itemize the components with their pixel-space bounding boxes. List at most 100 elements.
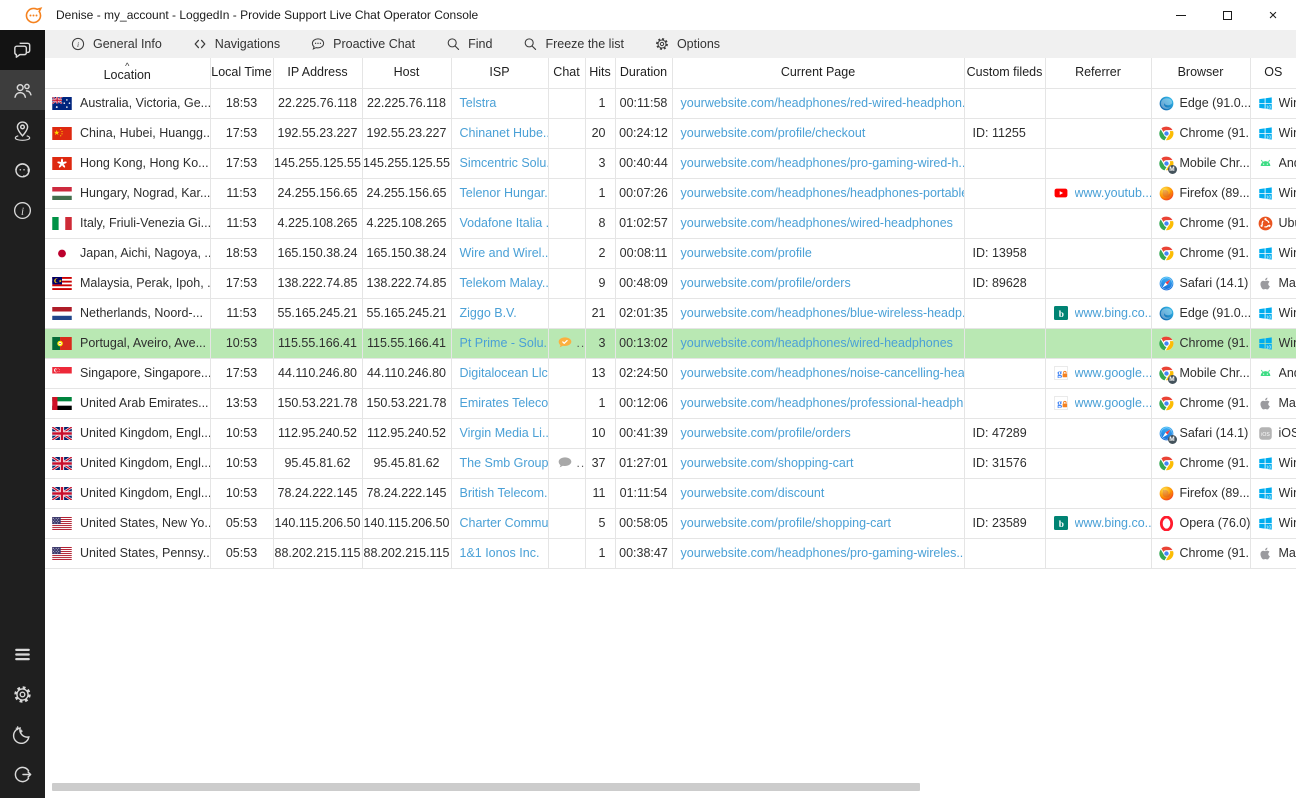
visitor-row[interactable]: Hungary, Nograd, Kar...11:5324.255.156.6… xyxy=(45,178,1296,208)
cell-os: Ubu xyxy=(1250,208,1296,238)
cell-current-page-link[interactable]: yourwebsite.com/profile xyxy=(672,238,964,268)
sidebar-item-logout[interactable] xyxy=(0,754,45,794)
sidebar-bottom-group xyxy=(0,634,45,798)
cell-hits: 5 xyxy=(585,508,615,538)
chat-active-icon xyxy=(557,335,573,351)
cell-isp-link[interactable]: Telekom Malay... xyxy=(451,268,548,298)
cell-isp-link[interactable]: Charter Commu... xyxy=(451,508,548,538)
cell-current-page-link[interactable]: yourwebsite.com/profile/orders xyxy=(672,268,964,298)
cell-isp-link[interactable]: Telenor Hungar... xyxy=(451,178,548,208)
column-header-local_time[interactable]: Local Time xyxy=(210,58,273,88)
column-header-hits[interactable]: Hits xyxy=(585,58,615,88)
cell-current-page-link[interactable]: yourwebsite.com/headphones/headphones-po… xyxy=(672,178,964,208)
cell-isp-link[interactable]: Emirates Teleco... xyxy=(451,388,548,418)
sidebar-item-geo-location[interactable] xyxy=(0,110,45,150)
cell-custom-field xyxy=(964,388,1045,418)
visitor-row[interactable]: United Arab Emirates...13:53150.53.221.7… xyxy=(45,388,1296,418)
cell-current-page-link[interactable]: yourwebsite.com/profile/shopping-cart xyxy=(672,508,964,538)
browser-label: Chrome (91... xyxy=(1180,246,1250,260)
cell-isp-link[interactable]: Chinanet Hube... xyxy=(451,118,548,148)
sidebar-item-chats[interactable] xyxy=(0,30,45,70)
visitor-row[interactable]: Hong Kong, Hong Ko...17:53145.255.125.55… xyxy=(45,148,1296,178)
column-header-duration[interactable]: Duration xyxy=(615,58,672,88)
cell-current-page-link[interactable]: yourwebsite.com/headphones/noise-cancell… xyxy=(672,358,964,388)
column-header-isp[interactable]: ISP xyxy=(451,58,548,88)
visitor-row[interactable]: Singapore, Singapore...17:5344.110.246.8… xyxy=(45,358,1296,388)
toolbar-button-freeze-the-list[interactable]: Freeze the list xyxy=(507,30,639,58)
column-header-ip[interactable]: IP Address xyxy=(273,58,362,88)
cell-os: Mac xyxy=(1250,268,1296,298)
visitor-row[interactable]: Italy, Friuli-Venezia Gi...11:534.225.10… xyxy=(45,208,1296,238)
sidebar-item-operators[interactable] xyxy=(0,150,45,190)
referrer-link[interactable]: www.google... xyxy=(1075,396,1151,410)
cell-isp-link[interactable]: Simcentric Solu... xyxy=(451,148,548,178)
visitor-row[interactable]: United States, Pennsy...05:5388.202.215.… xyxy=(45,538,1296,568)
visitor-row[interactable]: United States, New Yo...05:53140.115.206… xyxy=(45,508,1296,538)
cell-chat-status[interactable]: ... xyxy=(548,448,585,478)
cell-isp-link[interactable]: The Smb Group xyxy=(451,448,548,478)
referrer-link[interactable]: www.bing.co... xyxy=(1075,516,1151,530)
visitor-row[interactable]: United Kingdom, Engl...10:5395.45.81.629… xyxy=(45,448,1296,478)
cell-isp-link[interactable]: 1&1 Ionos Inc. xyxy=(451,538,548,568)
visitor-row[interactable]: Australia, Victoria, Ge...18:5322.225.76… xyxy=(45,88,1296,118)
visitor-row[interactable]: ★Malaysia, Perak, Ipoh, ...17:53138.222.… xyxy=(45,268,1296,298)
cell-current-page-link[interactable]: yourwebsite.com/headphones/wired-headpho… xyxy=(672,328,964,358)
cell-current-page-link[interactable]: yourwebsite.com/profile/checkout xyxy=(672,118,964,148)
sidebar-item-settings[interactable] xyxy=(0,674,45,714)
cell-current-page-link[interactable]: yourwebsite.com/profile/orders xyxy=(672,418,964,448)
minimize-button[interactable] xyxy=(1158,0,1204,30)
browser-label: Chrome (91... xyxy=(1180,456,1250,470)
referrer-link[interactable]: www.youtub... xyxy=(1075,186,1151,200)
cell-isp-link[interactable]: Telstra xyxy=(451,88,548,118)
cell-current-page-link[interactable]: yourwebsite.com/headphones/wired-headpho… xyxy=(672,208,964,238)
cell-current-page-link[interactable]: yourwebsite.com/discount xyxy=(672,478,964,508)
cell-isp-link[interactable]: British Telecom... xyxy=(451,478,548,508)
column-header-current_page[interactable]: Current Page xyxy=(672,58,964,88)
toolbar-button-options[interactable]: Options xyxy=(639,30,735,58)
column-header-host[interactable]: Host xyxy=(362,58,451,88)
sidebar-item-visitors[interactable] xyxy=(0,70,45,110)
column-header-chat[interactable]: Chat xyxy=(548,58,585,88)
cell-current-page-link[interactable]: yourwebsite.com/headphones/professional-… xyxy=(672,388,964,418)
cell-isp-link[interactable]: Wire and Wirel... xyxy=(451,238,548,268)
column-header-os[interactable]: OS xyxy=(1250,58,1296,88)
cell-os: iOSiOS xyxy=(1250,418,1296,448)
column-header-referrer[interactable]: Referrer xyxy=(1045,58,1151,88)
referrer-link[interactable]: www.bing.co... xyxy=(1075,306,1151,320)
cell-chat-status[interactable]: ... xyxy=(548,328,585,358)
column-header-location[interactable]: ^Location xyxy=(45,58,210,88)
sidebar-item-dark-mode[interactable] xyxy=(0,714,45,754)
visitor-row[interactable]: United Kingdom, Engl...10:5378.24.222.14… xyxy=(45,478,1296,508)
cell-current-page-link[interactable]: yourwebsite.com/shopping-cart xyxy=(672,448,964,478)
sidebar-item-info[interactable]: i xyxy=(0,190,45,230)
cell-custom-field: ID: 11255 xyxy=(964,118,1045,148)
cell-isp-link[interactable]: Virgin Media Li... xyxy=(451,418,548,448)
column-header-browser[interactable]: Browser xyxy=(1151,58,1250,88)
toolbar-button-find[interactable]: Find xyxy=(430,30,507,58)
visitor-row[interactable]: United Kingdom, Engl...10:53112.95.240.5… xyxy=(45,418,1296,448)
referrer-link[interactable]: www.google... xyxy=(1075,366,1151,380)
cell-ip-address: 4.225.108.265 xyxy=(273,208,362,238)
sidebar-item-menu[interactable] xyxy=(0,634,45,674)
toolbar-button-proactive-chat[interactable]: Proactive Chat xyxy=(295,30,430,58)
cell-current-page-link[interactable]: yourwebsite.com/headphones/pro-gaming-wi… xyxy=(672,538,964,568)
close-button[interactable]: × xyxy=(1250,0,1296,30)
cell-isp-link[interactable]: Digitalocean Llc xyxy=(451,358,548,388)
toolbar-button-navigations[interactable]: Navigations xyxy=(177,30,295,58)
cell-hits: 3 xyxy=(585,328,615,358)
cell-isp-link[interactable]: Vodafone Italia ... xyxy=(451,208,548,238)
column-header-custom_field[interactable]: Custom fileds xyxy=(964,58,1045,88)
cell-isp-link[interactable]: Ziggo B.V. xyxy=(451,298,548,328)
visitor-row[interactable]: Portugal, Aveiro, Ave...10:53115.55.166.… xyxy=(45,328,1296,358)
cell-referrer: bwww.bing.co... xyxy=(1045,298,1151,328)
visitor-row[interactable]: Japan, Aichi, Nagoya, ...18:53165.150.38… xyxy=(45,238,1296,268)
cell-current-page-link[interactable]: yourwebsite.com/headphones/blue-wireless… xyxy=(672,298,964,328)
cell-current-page-link[interactable]: yourwebsite.com/headphones/red-wired-hea… xyxy=(672,88,964,118)
horizontal-scrollbar-thumb[interactable] xyxy=(52,783,920,791)
visitor-row[interactable]: Netherlands, Noord-...11:5355.165.245.21… xyxy=(45,298,1296,328)
toolbar-button-general-info[interactable]: iGeneral Info xyxy=(55,30,177,58)
cell-current-page-link[interactable]: yourwebsite.com/headphones/pro-gaming-wi… xyxy=(672,148,964,178)
maximize-button[interactable] xyxy=(1204,0,1250,30)
visitor-row[interactable]: ★China, Hubei, Huangg...17:53192.55.23.2… xyxy=(45,118,1296,148)
cell-isp-link[interactable]: Pt Prime - Solu... xyxy=(451,328,548,358)
